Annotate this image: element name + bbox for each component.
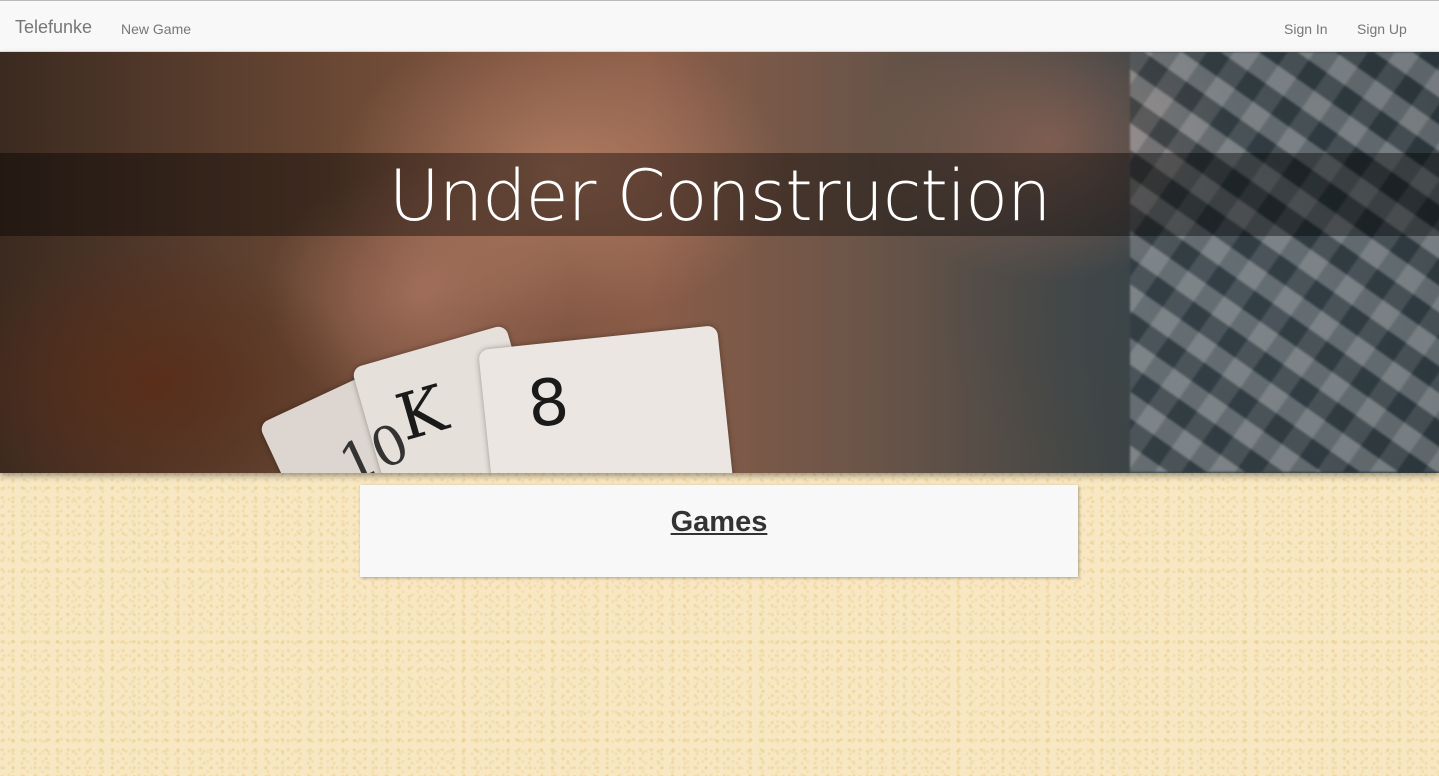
- spade-icon: ♠: [638, 467, 656, 473]
- hero-title: Under Construction: [388, 155, 1052, 237]
- games-link[interactable]: Games: [360, 504, 1078, 540]
- playing-card-eight: [478, 325, 742, 473]
- hero-plaid-shirt: [1130, 52, 1439, 472]
- nav-sign-in-link[interactable]: Sign In: [1284, 19, 1328, 39]
- hero-banner-image: 10 K 8 ♠ ♠ ♠ ♠ Under Construction: [0, 52, 1439, 473]
- nav-new-game-link[interactable]: New Game: [121, 19, 191, 39]
- brand-link[interactable]: Telefunke: [15, 16, 92, 38]
- nav-sign-up-link[interactable]: Sign Up: [1357, 19, 1407, 39]
- top-navbar: Telefunke New Game Sign In Sign Up: [0, 0, 1439, 52]
- games-panel: Games: [360, 485, 1078, 577]
- card-eight-glyph: 8: [524, 365, 573, 443]
